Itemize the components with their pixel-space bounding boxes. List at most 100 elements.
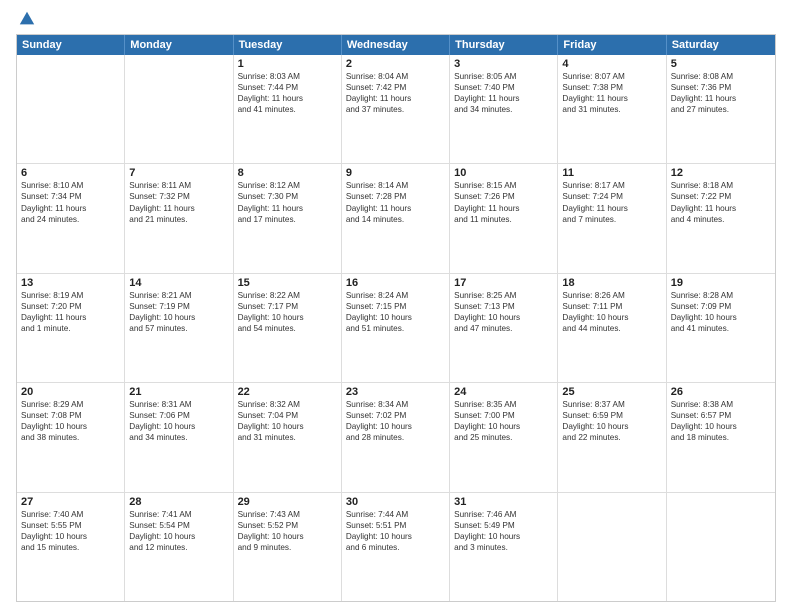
cell-line: and 15 minutes.: [21, 542, 120, 553]
cell-line: Sunrise: 8:18 AM: [671, 180, 771, 191]
cal-cell-29: 29Sunrise: 7:43 AMSunset: 5:52 PMDayligh…: [234, 493, 342, 601]
cal-cell-25: 25Sunrise: 8:37 AMSunset: 6:59 PMDayligh…: [558, 383, 666, 491]
cell-line: and 34 minutes.: [454, 104, 553, 115]
day-number: 12: [671, 167, 771, 179]
cell-line: and 4 minutes.: [671, 214, 771, 225]
cell-line: and 3 minutes.: [454, 542, 553, 553]
day-number: 24: [454, 386, 553, 398]
cal-cell-empty-0-1: [125, 55, 233, 163]
cell-line: and 41 minutes.: [671, 323, 771, 334]
cell-line: Sunset: 7:19 PM: [129, 301, 228, 312]
logo-icon: [18, 10, 36, 28]
cal-header-sunday: Sunday: [17, 35, 125, 55]
cell-line: Daylight: 10 hours: [346, 531, 445, 542]
cal-cell-9: 9Sunrise: 8:14 AMSunset: 7:28 PMDaylight…: [342, 164, 450, 272]
cell-line: Sunrise: 8:29 AM: [21, 399, 120, 410]
cal-cell-empty-4-5: [558, 493, 666, 601]
day-number: 22: [238, 386, 337, 398]
cal-cell-10: 10Sunrise: 8:15 AMSunset: 7:26 PMDayligh…: [450, 164, 558, 272]
cal-cell-1: 1Sunrise: 8:03 AMSunset: 7:44 PMDaylight…: [234, 55, 342, 163]
cell-line: and 41 minutes.: [238, 104, 337, 115]
cell-line: Daylight: 11 hours: [562, 203, 661, 214]
cell-line: and 25 minutes.: [454, 432, 553, 443]
cell-line: Sunset: 7:38 PM: [562, 82, 661, 93]
cell-line: Daylight: 11 hours: [238, 93, 337, 104]
cell-line: Sunrise: 8:37 AM: [562, 399, 661, 410]
cell-line: Sunset: 7:40 PM: [454, 82, 553, 93]
cell-line: Daylight: 11 hours: [671, 203, 771, 214]
cal-cell-23: 23Sunrise: 8:34 AMSunset: 7:02 PMDayligh…: [342, 383, 450, 491]
cell-line: Sunset: 5:49 PM: [454, 520, 553, 531]
cell-line: Daylight: 10 hours: [671, 421, 771, 432]
cell-line: Daylight: 10 hours: [238, 421, 337, 432]
cal-cell-empty-0-0: [17, 55, 125, 163]
day-number: 21: [129, 386, 228, 398]
cell-line: Sunrise: 7:44 AM: [346, 509, 445, 520]
cell-line: Sunrise: 8:19 AM: [21, 290, 120, 301]
cal-cell-6: 6Sunrise: 8:10 AMSunset: 7:34 PMDaylight…: [17, 164, 125, 272]
cell-line: Sunrise: 8:10 AM: [21, 180, 120, 191]
cal-cell-13: 13Sunrise: 8:19 AMSunset: 7:20 PMDayligh…: [17, 274, 125, 382]
cell-line: Sunrise: 7:41 AM: [129, 509, 228, 520]
cell-line: Daylight: 11 hours: [238, 203, 337, 214]
cal-cell-empty-4-6: [667, 493, 775, 601]
cell-line: Sunrise: 8:22 AM: [238, 290, 337, 301]
cell-line: Daylight: 10 hours: [346, 421, 445, 432]
cell-line: Daylight: 11 hours: [21, 312, 120, 323]
cal-cell-30: 30Sunrise: 7:44 AMSunset: 5:51 PMDayligh…: [342, 493, 450, 601]
cell-line: Daylight: 10 hours: [238, 312, 337, 323]
cal-week-1: 1Sunrise: 8:03 AMSunset: 7:44 PMDaylight…: [17, 55, 775, 164]
logo: [16, 10, 36, 28]
cell-line: Daylight: 10 hours: [129, 312, 228, 323]
cell-line: Sunset: 7:26 PM: [454, 191, 553, 202]
cal-header-monday: Monday: [125, 35, 233, 55]
cell-line: Daylight: 10 hours: [129, 421, 228, 432]
cell-line: Sunrise: 8:28 AM: [671, 290, 771, 301]
day-number: 8: [238, 167, 337, 179]
cell-line: Sunset: 7:36 PM: [671, 82, 771, 93]
page: SundayMondayTuesdayWednesdayThursdayFrid…: [0, 0, 792, 612]
cal-cell-7: 7Sunrise: 8:11 AMSunset: 7:32 PMDaylight…: [125, 164, 233, 272]
cell-line: Sunset: 7:20 PM: [21, 301, 120, 312]
cal-week-5: 27Sunrise: 7:40 AMSunset: 5:55 PMDayligh…: [17, 493, 775, 601]
cell-line: Daylight: 10 hours: [671, 312, 771, 323]
header: [16, 10, 776, 28]
cal-cell-3: 3Sunrise: 8:05 AMSunset: 7:40 PMDaylight…: [450, 55, 558, 163]
day-number: 7: [129, 167, 228, 179]
cell-line: and 28 minutes.: [346, 432, 445, 443]
cal-week-2: 6Sunrise: 8:10 AMSunset: 7:34 PMDaylight…: [17, 164, 775, 273]
cell-line: and 12 minutes.: [129, 542, 228, 553]
cal-cell-21: 21Sunrise: 8:31 AMSunset: 7:06 PMDayligh…: [125, 383, 233, 491]
cal-cell-15: 15Sunrise: 8:22 AMSunset: 7:17 PMDayligh…: [234, 274, 342, 382]
day-number: 1: [238, 58, 337, 70]
cell-line: and 37 minutes.: [346, 104, 445, 115]
cell-line: Sunrise: 8:08 AM: [671, 71, 771, 82]
day-number: 13: [21, 277, 120, 289]
cal-cell-19: 19Sunrise: 8:28 AMSunset: 7:09 PMDayligh…: [667, 274, 775, 382]
day-number: 30: [346, 496, 445, 508]
cell-line: Sunset: 5:52 PM: [238, 520, 337, 531]
cell-line: Daylight: 10 hours: [454, 531, 553, 542]
cell-line: Sunset: 7:17 PM: [238, 301, 337, 312]
day-number: 23: [346, 386, 445, 398]
cell-line: Daylight: 10 hours: [562, 312, 661, 323]
cal-cell-20: 20Sunrise: 8:29 AMSunset: 7:08 PMDayligh…: [17, 383, 125, 491]
cell-line: Sunset: 7:32 PM: [129, 191, 228, 202]
day-number: 18: [562, 277, 661, 289]
cell-line: Daylight: 11 hours: [454, 203, 553, 214]
cell-line: Sunrise: 8:31 AM: [129, 399, 228, 410]
day-number: 26: [671, 386, 771, 398]
cell-line: Daylight: 11 hours: [346, 203, 445, 214]
cell-line: Daylight: 11 hours: [671, 93, 771, 104]
day-number: 11: [562, 167, 661, 179]
day-number: 4: [562, 58, 661, 70]
calendar-header-row: SundayMondayTuesdayWednesdayThursdayFrid…: [17, 35, 775, 55]
cell-line: and 21 minutes.: [129, 214, 228, 225]
cell-line: Sunset: 7:15 PM: [346, 301, 445, 312]
day-number: 20: [21, 386, 120, 398]
cell-line: Sunrise: 8:32 AM: [238, 399, 337, 410]
cell-line: Sunset: 7:04 PM: [238, 410, 337, 421]
cell-line: Sunset: 7:42 PM: [346, 82, 445, 93]
cell-line: and 47 minutes.: [454, 323, 553, 334]
cell-line: Sunset: 5:55 PM: [21, 520, 120, 531]
